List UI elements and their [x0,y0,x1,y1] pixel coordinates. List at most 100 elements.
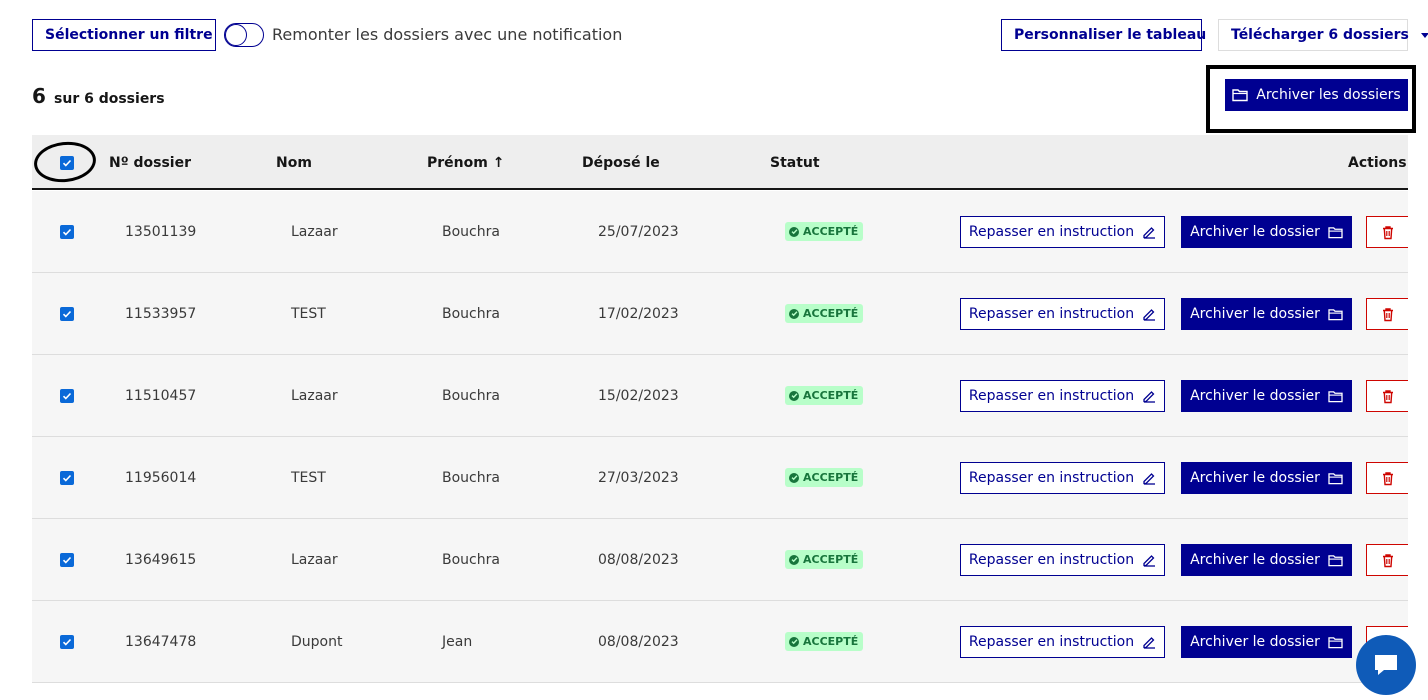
repasser-instruction-button[interactable]: Repasser en instruction [960,626,1165,658]
archive-dossier-button[interactable]: Archiver le dossier [1181,544,1352,576]
cell-lastname[interactable]: TEST [291,306,326,322]
cell-date[interactable]: 27/03/2023 [598,470,679,486]
repasser-instruction-button[interactable]: Repasser en instruction [960,380,1165,412]
delete-dossier-button[interactable] [1366,298,1408,330]
check-circle-icon [789,390,799,401]
archive-dossier-label: Archiver le dossier [1190,306,1320,322]
repasser-instruction-label: Repasser en instruction [968,634,1135,650]
folder-icon [1232,89,1248,102]
pencil-icon [1143,473,1156,485]
cell-number[interactable]: 11510457 [125,388,196,404]
cell-firstname[interactable]: Bouchra [442,224,500,240]
column-header-number[interactable]: Nº dossier [109,155,191,171]
archive-dossier-button[interactable]: Archiver le dossier [1181,216,1352,248]
cell-date[interactable]: 25/07/2023 [598,224,679,240]
cell-number[interactable]: 11956014 [125,470,196,486]
folder-icon [1328,390,1343,402]
cell-firstname[interactable]: Bouchra [442,470,500,486]
status-badge-label: ACCEPTÉ [803,225,859,238]
delete-dossier-button[interactable] [1366,462,1408,494]
cell-lastname[interactable]: TEST [291,470,326,486]
repasser-instruction-button[interactable]: Repasser en instruction [960,462,1165,494]
status-badge-label: ACCEPTÉ [803,635,859,648]
delete-dossier-button[interactable] [1366,216,1408,248]
filter-select-button[interactable]: Sélectionner un filtre [32,19,233,51]
pencil-icon [1143,391,1156,403]
table-body: 13501139 Lazaar Bouchra 25/07/2023 ACCEP… [32,191,1408,683]
column-header-firstname[interactable]: Prénom ↑ [427,155,504,171]
row-checkbox[interactable] [60,471,74,485]
cell-firstname[interactable]: Bouchra [442,388,500,404]
check-icon [62,638,72,646]
check-circle-icon [789,226,799,237]
cell-firstname[interactable]: Bouchra [442,552,500,568]
trash-icon [1382,471,1393,485]
archive-dossier-label: Archiver le dossier [1190,224,1320,240]
column-header-date[interactable]: Déposé le [582,155,660,171]
column-header-lastname[interactable]: Nom [276,155,312,171]
table-row[interactable]: 11533957 TEST Bouchra 17/02/2023 ACCEPTÉ… [32,273,1408,355]
cell-number[interactable]: 11533957 [125,306,196,322]
check-icon [62,392,72,400]
archive-dossier-button[interactable]: Archiver le dossier [1181,298,1352,330]
download-button[interactable]: Télécharger 6 dossiers [1218,19,1428,51]
folder-icon [1328,226,1343,238]
trash-icon [1382,389,1393,403]
table-row[interactable]: 13647478 Dupont Jean 08/08/2023 ACCEPTÉ … [32,601,1408,683]
delete-dossier-button[interactable] [1366,544,1408,576]
caret-down-icon [1420,32,1428,38]
repasser-instruction-button[interactable]: Repasser en instruction [960,216,1165,248]
archive-selected-button[interactable]: Archiver les dossiers [1225,79,1408,111]
cell-date[interactable]: 08/08/2023 [598,552,679,568]
table-header: Nº dossier Nom Prénom ↑ Déposé le Statut… [32,135,1408,190]
table-row[interactable]: 11956014 TEST Bouchra 27/03/2023 ACCEPTÉ… [32,437,1408,519]
cell-date[interactable]: 08/08/2023 [598,634,679,650]
chat-button[interactable] [1356,635,1416,695]
customize-table-button[interactable]: Personnaliser le tableau [1001,19,1227,51]
repasser-instruction-label: Repasser en instruction [968,470,1135,486]
repasser-instruction-label: Repasser en instruction [968,306,1135,322]
table-row[interactable]: 13501139 Lazaar Bouchra 25/07/2023 ACCEP… [32,191,1408,273]
status-badge: ACCEPTÉ [785,304,864,323]
cell-number[interactable]: 13649615 [125,552,196,568]
repasser-instruction-button[interactable]: Repasser en instruction [960,298,1165,330]
cell-date[interactable]: 17/02/2023 [598,306,679,322]
row-checkbox[interactable] [60,225,74,239]
pencil-icon [1143,309,1156,321]
customize-table-label: Personnaliser le tableau [1014,27,1207,43]
trash-icon [1382,553,1393,567]
cell-lastname[interactable]: Lazaar [291,388,338,404]
repasser-instruction-label: Repasser en instruction [968,388,1135,404]
check-icon [62,159,72,167]
row-checkbox[interactable] [60,635,74,649]
cell-date[interactable]: 15/02/2023 [598,388,679,404]
cell-number[interactable]: 13647478 [125,634,196,650]
cell-lastname[interactable]: Dupont [291,634,342,650]
repasser-instruction-label: Repasser en instruction [968,552,1135,568]
cell-lastname[interactable]: Lazaar [291,552,338,568]
check-icon [62,556,72,564]
table-row[interactable]: 13649615 Lazaar Bouchra 08/08/2023 ACCEP… [32,519,1408,601]
archive-dossier-button[interactable]: Archiver le dossier [1181,380,1352,412]
cell-lastname[interactable]: Lazaar [291,224,338,240]
archive-dossier-label: Archiver le dossier [1190,552,1320,568]
cell-firstname[interactable]: Jean [442,634,472,650]
row-checkbox[interactable] [60,389,74,403]
pencil-icon [1143,637,1156,649]
archive-selected-label: Archiver les dossiers [1256,87,1401,103]
cell-firstname[interactable]: Bouchra [442,306,500,322]
archive-dossier-button[interactable]: Archiver le dossier [1181,462,1352,494]
archive-dossier-button[interactable]: Archiver le dossier [1181,626,1352,658]
select-all-checkbox[interactable] [60,156,74,170]
archive-dossier-label: Archiver le dossier [1190,634,1320,650]
column-header-status[interactable]: Statut [770,155,820,171]
row-checkbox[interactable] [60,307,74,321]
row-checkbox[interactable] [60,553,74,567]
cell-number[interactable]: 13501139 [125,224,196,240]
repasser-instruction-button[interactable]: Repasser en instruction [960,544,1165,576]
delete-dossier-button[interactable] [1366,380,1408,412]
check-circle-icon [789,308,799,319]
table-row[interactable]: 11510457 Lazaar Bouchra 15/02/2023 ACCEP… [32,355,1408,437]
notification-toggle[interactable] [224,23,264,47]
archive-dossier-label: Archiver le dossier [1190,388,1320,404]
